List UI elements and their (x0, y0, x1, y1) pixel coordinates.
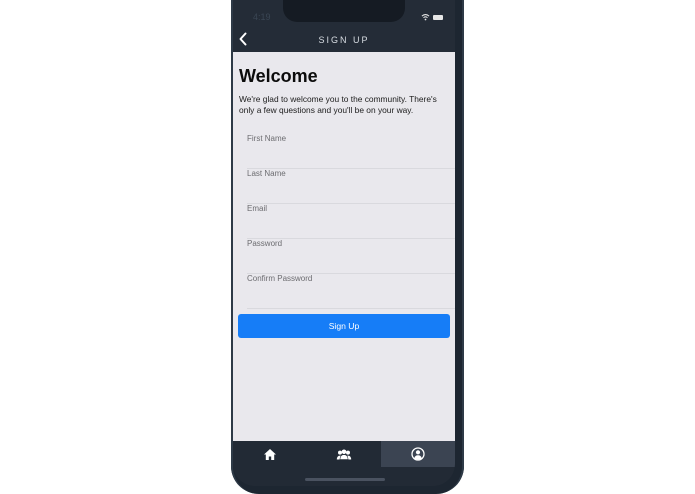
battery-icon (433, 15, 443, 20)
profile-icon (411, 447, 425, 461)
tab-profile[interactable] (381, 441, 455, 467)
sign-up-button[interactable]: Sign Up (238, 314, 450, 338)
last-name-field[interactable]: Last Name (247, 169, 455, 204)
email-label: Email (247, 204, 268, 213)
signup-form: Welcome We're glad to welcome you to the… (233, 52, 455, 441)
tab-community[interactable] (307, 441, 381, 467)
intro-text: We're glad to welcome you to the communi… (239, 94, 437, 115)
last-name-label: Last Name (247, 169, 286, 178)
tab-bar (233, 441, 455, 486)
password-input[interactable] (247, 250, 447, 268)
tab-home[interactable] (233, 441, 307, 467)
email-field[interactable]: Email (247, 204, 455, 239)
last-name-input[interactable] (247, 180, 447, 198)
password-label: Password (247, 239, 283, 248)
notch (283, 0, 405, 22)
confirm-password-field[interactable]: Confirm Password (247, 274, 455, 309)
phone-screen: 4:19 SIGN UP Welcome We're glad to welco… (233, 0, 455, 486)
first-name-field[interactable]: First Name (247, 134, 455, 169)
confirm-password-input[interactable] (247, 285, 447, 303)
group-icon (336, 449, 352, 460)
first-name-input[interactable] (247, 145, 447, 163)
home-icon (264, 448, 276, 460)
confirm-password-label: Confirm Password (247, 274, 313, 283)
first-name-label: First Name (247, 134, 287, 143)
email-input[interactable] (247, 215, 447, 233)
home-indicator (305, 478, 385, 481)
page-title-header: SIGN UP (318, 35, 370, 45)
navigation-bar: SIGN UP (233, 26, 455, 52)
password-field[interactable]: Password (247, 239, 455, 274)
wifi-icon (421, 13, 430, 21)
status-time: 4:19 (253, 12, 271, 22)
welcome-heading: Welcome (239, 66, 318, 86)
